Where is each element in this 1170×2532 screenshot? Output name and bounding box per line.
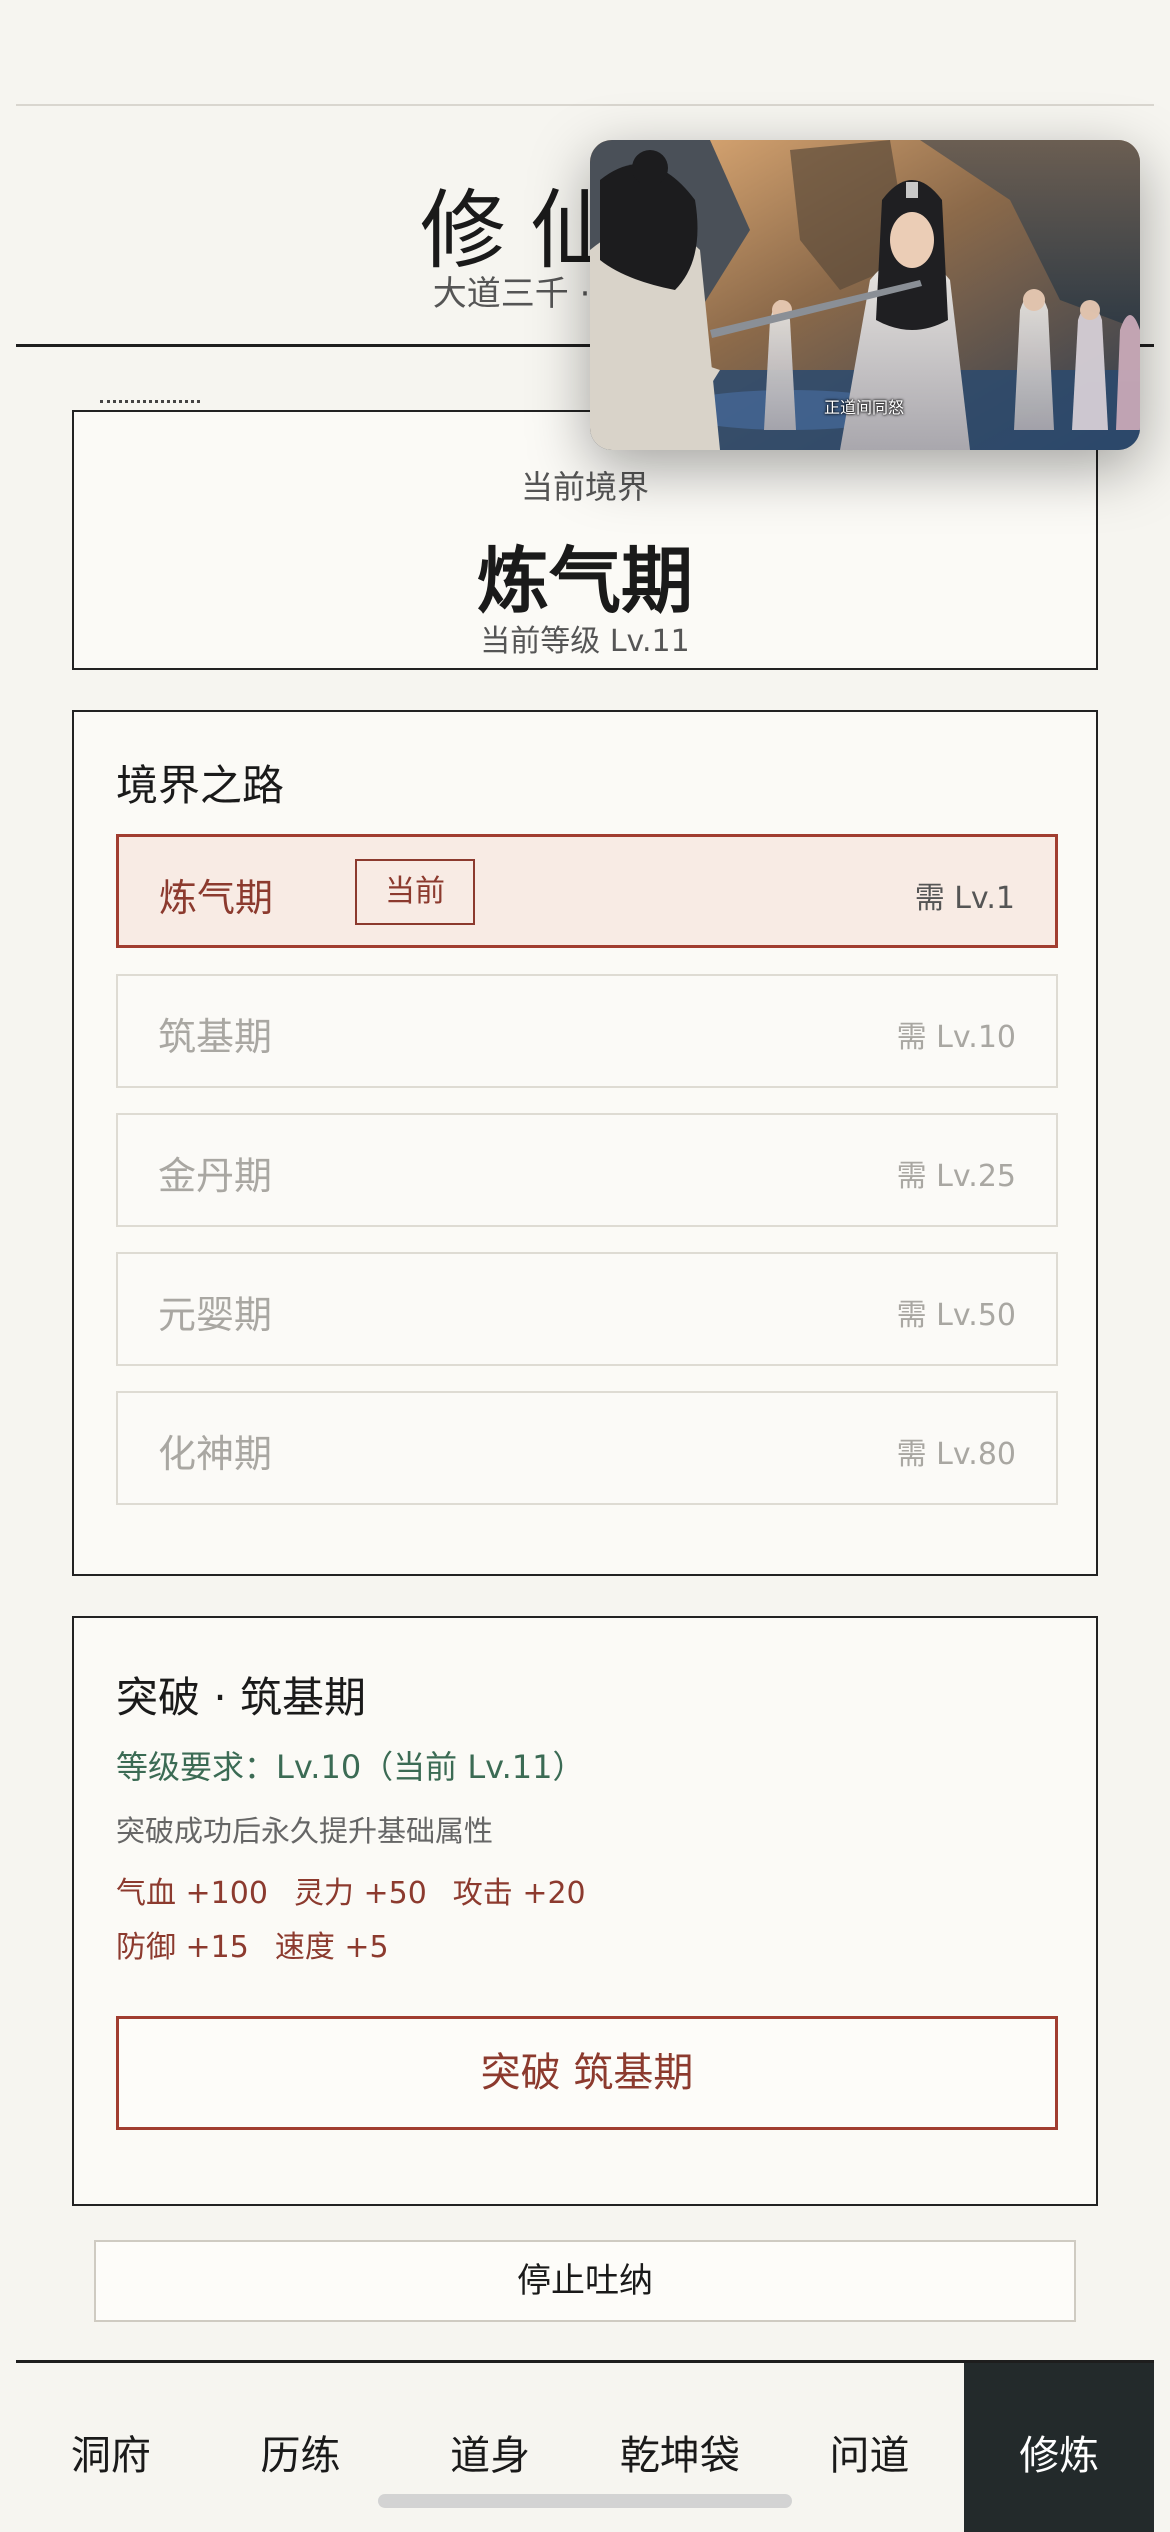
tab-wendao[interactable]: 问道 (775, 2363, 965, 2532)
level-requirement: 等级要求：Lv.10（当前 Lv.11） (116, 1748, 585, 1786)
breakthrough-title: 突破 · 筑基期 (116, 1673, 367, 1722)
breakthrough-description: 突破成功后永久提升基础属性 (116, 1814, 494, 1848)
stage-requirement: 需 Lv.80 (896, 1437, 1016, 1472)
stage-name: 炼气期 (159, 876, 274, 920)
stat-speed-bonus: 速度 +5 (274, 1930, 389, 1965)
current-badge: 当前 (355, 859, 475, 925)
stat-mana-bonus: 灵力 +50 (293, 1876, 427, 1911)
stage-name: 元婴期 (158, 1293, 273, 1337)
tab-xiulian[interactable]: 修炼 (964, 2363, 1155, 2532)
stage-huashen[interactable]: 化神期 需 Lv.80 (116, 1391, 1058, 1505)
stat-attack-bonus: 攻击 +20 (452, 1876, 586, 1911)
home-indicator[interactable] (378, 2494, 792, 2508)
stat-hp-bonus: 气血 +100 (116, 1876, 268, 1911)
stat-defense-bonus: 防御 +15 (116, 1930, 249, 1965)
tab-dongfu[interactable]: 洞府 (16, 2363, 206, 2532)
stat-bonus-row: 气血 +100 灵力 +50 攻击 +20 (116, 1868, 586, 1912)
stage-name: 化神期 (158, 1432, 273, 1476)
breakthrough-button[interactable]: 突破 筑基期 (116, 2016, 1058, 2130)
breakthrough-card: 突破 · 筑基期 等级要求：Lv.10（当前 Lv.11） 突破成功后永久提升基… (72, 1616, 1098, 2206)
tab-lilian[interactable]: 历练 (206, 2363, 396, 2532)
stage-zhuji[interactable]: 筑基期 需 Lv.10 (116, 974, 1058, 1088)
stage-lianqi[interactable]: 炼气期 当前 需 Lv.1 (116, 834, 1058, 948)
current-realm-name: 炼气期 (476, 539, 693, 623)
stat-bonus-row: 防御 +15 速度 +5 (116, 1922, 389, 1966)
stage-name: 金丹期 (158, 1154, 273, 1198)
video-caption: 正道间同怒 (824, 398, 905, 417)
realm-path-card: 境界之路 炼气期 当前 需 Lv.1 筑基期 需 Lv.10 金丹期 需 Lv.… (72, 710, 1098, 1576)
stage-requirement: 需 Lv.10 (896, 1020, 1016, 1055)
video-overlay[interactable]: 正道间同怒 (590, 140, 1140, 450)
stop-breathing-button[interactable]: 停止吐纳 (94, 2240, 1076, 2322)
stage-yuanying[interactable]: 元婴期 需 Lv.50 (116, 1252, 1058, 1366)
stage-name: 筑基期 (158, 1015, 273, 1059)
realm-path-title: 境界之路 (116, 761, 285, 810)
stage-requirement: 需 Lv.1 (914, 881, 1015, 916)
current-realm-label: 当前境界 (520, 468, 649, 506)
top-divider (16, 104, 1154, 106)
stage-jindan[interactable]: 金丹期 需 Lv.25 (116, 1113, 1058, 1227)
stage-requirement: 需 Lv.50 (896, 1298, 1016, 1333)
current-level: 当前等级 Lv.11 (480, 624, 690, 659)
stage-requirement: 需 Lv.25 (896, 1159, 1016, 1194)
